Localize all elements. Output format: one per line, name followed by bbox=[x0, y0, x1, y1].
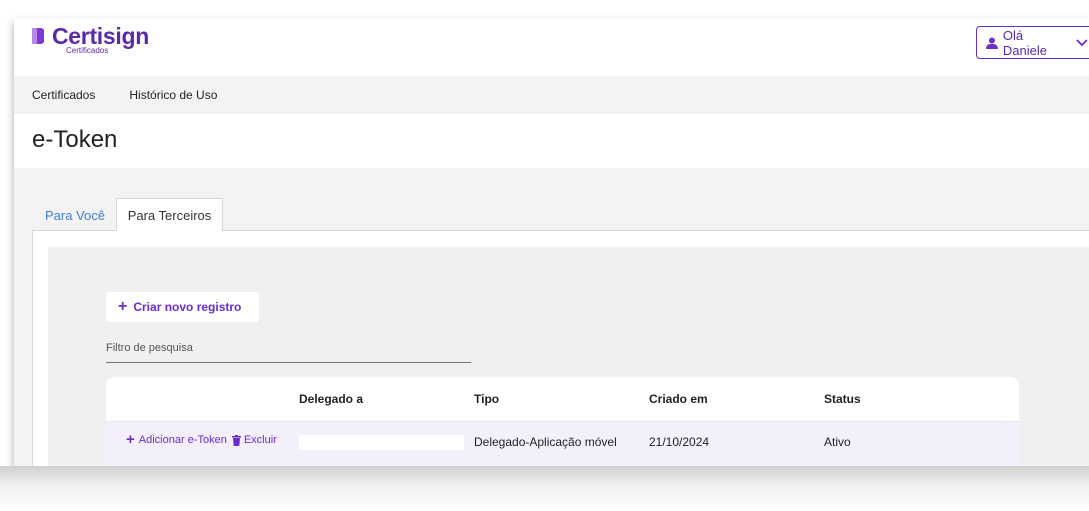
records-table: Delegado a Tipo Criado em Status + Adici… bbox=[106, 377, 1019, 466]
logo-text: Certisign bbox=[52, 23, 149, 49]
status-value: Ativo bbox=[824, 435, 851, 449]
column-header-delegado: Delegado a bbox=[299, 392, 364, 406]
nav-item-certificados[interactable]: Certificados bbox=[32, 88, 95, 102]
delete-link[interactable]: Excluir bbox=[244, 434, 277, 446]
window-shadow bbox=[0, 466, 1089, 511]
table-header: Delegado a Tipo Criado em Status bbox=[106, 377, 1019, 422]
page-title: e-Token bbox=[32, 126, 118, 153]
row-actions: + Adicionar e-Token Excluir bbox=[126, 431, 277, 448]
nav-item-historico-de-uso[interactable]: Histórico de Uso bbox=[129, 88, 217, 102]
page-title-bar: e-Token bbox=[14, 114, 1089, 168]
plus-icon: + bbox=[126, 431, 135, 448]
top-nav: Certificados Histórico de Uso bbox=[14, 76, 1089, 114]
tab-para-voce[interactable]: Para Você bbox=[45, 208, 105, 223]
search-filter-label: Filtro de pesquisa bbox=[106, 342, 193, 354]
table-row: + Adicionar e-Token Excluir Delegado-Apl… bbox=[106, 422, 1019, 462]
column-header-status: Status bbox=[824, 392, 861, 406]
search-filter-input[interactable]: Filtro de pesquisa bbox=[106, 342, 471, 363]
user-icon bbox=[986, 37, 998, 49]
create-record-label: Criar novo registro bbox=[133, 300, 242, 314]
tipo-value: Delegado-Aplicação móvel bbox=[474, 435, 617, 449]
tab-para-terceiros[interactable]: Para Terceiros bbox=[116, 198, 223, 231]
browser-window: Certisign Certificados Olá Daniele Certi… bbox=[14, 18, 1089, 466]
column-header-criado-em: Criado em bbox=[649, 392, 708, 406]
logo-icon bbox=[32, 28, 44, 44]
delegado-value bbox=[299, 435, 464, 450]
create-record-button[interactable]: + Criar novo registro bbox=[106, 292, 259, 322]
trash-icon[interactable] bbox=[231, 434, 241, 446]
app-header: Certisign Certificados Olá Daniele bbox=[14, 18, 1089, 76]
add-etoken-link[interactable]: Adicionar e-Token bbox=[139, 434, 227, 446]
plus-icon: + bbox=[118, 298, 128, 315]
column-header-tipo: Tipo bbox=[474, 392, 500, 406]
user-menu-button[interactable]: Olá Daniele bbox=[976, 26, 1089, 59]
certisign-logo[interactable]: Certisign Certificados bbox=[32, 24, 149, 55]
criado-em-value: 21/10/2024 bbox=[649, 435, 710, 449]
user-greeting: Olá Daniele bbox=[1002, 27, 1047, 58]
chevron-down-icon bbox=[1076, 38, 1088, 46]
